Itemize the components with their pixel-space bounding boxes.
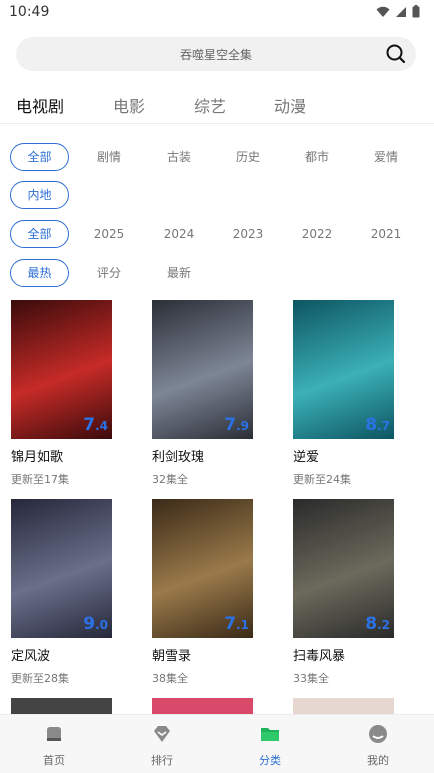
score-badge: 7.9 [224, 415, 249, 435]
show-episodes: 更新至17集 [11, 473, 69, 486]
status-icons [376, 5, 420, 18]
show-card[interactable]: 8.7 逆爱 更新至24集 [293, 300, 394, 487]
status-time: 10:49 [9, 4, 50, 20]
show-poster[interactable]: 7.4 [11, 300, 112, 439]
nav-home-label: 首页 [43, 754, 65, 767]
show-title[interactable]: 逆爱 [293, 446, 394, 465]
search-input[interactable]: 吞噬星空全集 [16, 46, 416, 63]
year-chip[interactable]: 全部 [10, 220, 69, 248]
year-chip[interactable]: 2024 [154, 220, 204, 248]
search-icon[interactable] [384, 42, 408, 66]
show-episodes: 33集全 [293, 672, 329, 685]
folder-icon [261, 728, 279, 741]
year-chip[interactable]: 2022 [292, 220, 342, 248]
tab-anime[interactable]: 动漫 [274, 93, 306, 117]
genre-chip[interactable]: 内地 [10, 181, 69, 209]
genre-chip[interactable]: 历史 [223, 143, 273, 171]
tab-tv-series[interactable]: 电视剧 [16, 93, 64, 117]
show-card-partial[interactable] [293, 698, 394, 714]
score-badge: 8.7 [365, 415, 390, 435]
nav-home[interactable]: 首页 [0, 715, 108, 773]
battery-icon [412, 5, 420, 18]
tab-movies[interactable]: 电影 [113, 93, 145, 117]
status-bar: 10:49 [0, 0, 434, 26]
show-title[interactable]: 朝雪录 [152, 645, 253, 664]
show-poster[interactable] [152, 698, 253, 714]
genre-filter: 全部 剧情 古装 历史 都市 爱情 [0, 143, 434, 171]
sort-chip[interactable]: 最热 [10, 259, 69, 287]
sort-chip[interactable]: 评分 [84, 259, 134, 287]
genre-chip[interactable]: 古装 [154, 143, 204, 171]
genre-chip[interactable]: 全部 [10, 143, 69, 171]
show-episodes: 更新至28集 [11, 672, 69, 685]
show-poster[interactable]: 7.9 [152, 300, 253, 439]
show-card[interactable]: 7.9 利剑玫瑰 32集全 [152, 300, 253, 487]
show-title[interactable]: 利剑玫瑰 [152, 446, 253, 465]
nav-ranking[interactable]: 排行 [108, 715, 216, 773]
sort-filter: 最热 评分 最新 [0, 259, 434, 287]
score-badge: 7.4 [83, 415, 108, 435]
genre-filter-row2: 内地 [0, 181, 434, 209]
show-card-partial[interactable] [11, 698, 112, 714]
show-card[interactable]: 8.2 扫毒风暴 33集全 [293, 499, 394, 686]
bottom-nav: 首页 排行 分类 我的 [0, 714, 434, 773]
show-card-partial[interactable] [152, 698, 253, 714]
score-badge: 9.0 [83, 614, 108, 634]
signal-icon [396, 6, 406, 17]
show-poster[interactable]: 8.2 [293, 499, 394, 638]
year-chip[interactable]: 2021 [361, 220, 411, 248]
profile-icon [369, 725, 387, 743]
show-card[interactable]: 7.4 锦月如歌 更新至17集 [11, 300, 112, 487]
score-badge: 7.1 [224, 614, 249, 634]
year-chip[interactable]: 2023 [223, 220, 273, 248]
score-badge: 8.2 [365, 614, 390, 634]
genre-chip[interactable]: 都市 [292, 143, 342, 171]
tab-variety[interactable]: 综艺 [194, 93, 226, 117]
show-title[interactable]: 定风波 [11, 645, 112, 664]
category-tabs: 电视剧 电影 综艺 动漫 [0, 90, 434, 124]
nav-profile-label: 我的 [367, 754, 389, 767]
show-card[interactable]: 7.1 朝雪录 38集全 [152, 499, 253, 686]
show-poster[interactable] [293, 698, 394, 714]
nav-ranking-label: 排行 [151, 754, 173, 767]
show-episodes: 38集全 [152, 672, 188, 685]
nav-category-label: 分类 [259, 754, 281, 767]
year-chip[interactable]: 2025 [84, 220, 134, 248]
year-filter: 全部 2025 2024 2023 2022 2021 [0, 220, 434, 248]
show-poster[interactable]: 8.7 [293, 300, 394, 439]
show-poster[interactable]: 7.1 [152, 499, 253, 638]
genre-chip[interactable]: 爱情 [361, 143, 411, 171]
show-poster[interactable]: 9.0 [11, 499, 112, 638]
show-episodes: 更新至24集 [293, 473, 351, 486]
nav-profile[interactable]: 我的 [324, 715, 432, 773]
show-title[interactable]: 扫毒风暴 [293, 645, 394, 664]
ranking-icon [154, 726, 170, 742]
nav-category[interactable]: 分类 [216, 715, 324, 773]
show-poster[interactable] [11, 698, 112, 714]
home-icon [47, 727, 61, 741]
search-bar[interactable]: 吞噬星空全集 [16, 37, 416, 71]
show-card[interactable]: 9.0 定风波 更新至28集 [11, 499, 112, 686]
genre-chip[interactable]: 剧情 [84, 143, 134, 171]
show-episodes: 32集全 [152, 473, 188, 486]
sort-chip[interactable]: 最新 [154, 259, 204, 287]
show-title[interactable]: 锦月如歌 [11, 446, 112, 465]
wifi-icon [376, 6, 390, 17]
